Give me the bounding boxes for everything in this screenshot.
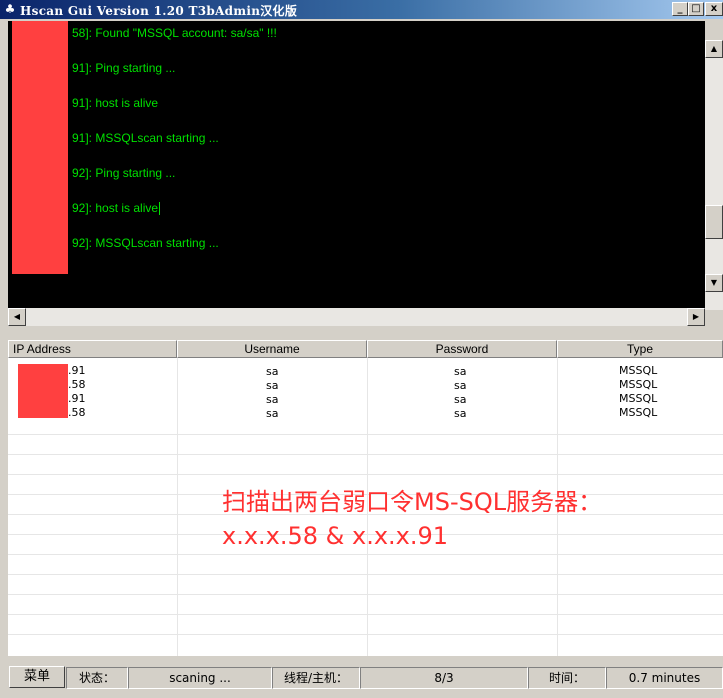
grid-line (8, 594, 723, 595)
type-cell: MSSQL (619, 406, 658, 419)
grid-line (8, 454, 723, 455)
ip-cell: .58 (68, 378, 86, 391)
grid-line (177, 358, 178, 656)
log-line: 91]: host is alive (72, 96, 159, 110)
time-label: 时间： (528, 667, 606, 689)
scroll-thumb[interactable] (705, 205, 723, 239)
ip-cell: .58 (68, 406, 86, 419)
scroll-down-button[interactable]: ▼ (705, 274, 723, 292)
status-bar: 菜单 状态： scaning ... 线程/主机： 8/3 时间： 0.7 mi… (0, 659, 723, 698)
redacted-ip-block (12, 21, 68, 274)
vertical-scrollbar[interactable]: ▲ ▼ (705, 40, 723, 310)
log-line-with-cursor: 92]: host is alive (72, 201, 161, 216)
password-cell: sa (454, 379, 467, 392)
time-value: 0.7 minutes (606, 667, 723, 689)
log-line: 92]: Ping starting ... (72, 166, 176, 180)
status-label: 状态： (66, 667, 128, 689)
annotation-line-1: 扫描出两台弱口令MS-SQL服务器： (222, 488, 603, 516)
password-cell: sa (454, 393, 467, 406)
column-header-username[interactable]: Username (177, 340, 367, 358)
status-value: scaning ... (128, 667, 272, 689)
threads-label: 线程/主机： (272, 667, 360, 689)
ip-cell: .91 (68, 392, 86, 405)
username-cell: sa (266, 393, 279, 406)
log-line: 92]: host is alive (72, 201, 159, 215)
username-cell: sa (266, 407, 279, 420)
column-header-password[interactable]: Password (367, 340, 557, 358)
maximize-button[interactable]: □ (688, 2, 704, 16)
grid-line (8, 634, 723, 635)
text-cursor (159, 202, 161, 216)
scroll-left-button[interactable]: ◀ (8, 308, 26, 326)
grid-line (8, 474, 723, 475)
password-cell: sa (454, 407, 467, 420)
column-header-ip[interactable]: IP Address (8, 340, 177, 358)
menu-button[interactable]: 菜单 (9, 666, 65, 688)
annotation-line-2: x.x.x.58 & x.x.x.91 (222, 522, 449, 550)
threads-value: 8/3 (360, 667, 528, 689)
log-line: 91]: Ping starting ... (72, 61, 176, 75)
close-button[interactable]: x (705, 2, 723, 16)
results-header: IP Address Username Password Type (8, 340, 723, 358)
grid-line (8, 434, 723, 435)
results-list[interactable]: .91 sa sa MSSQL .58 sa sa MSSQL .91 sa s… (8, 358, 723, 656)
type-cell: MSSQL (619, 378, 658, 391)
type-cell: MSSQL (619, 392, 658, 405)
grid-line (8, 574, 723, 575)
scroll-right-button[interactable]: ▶ (687, 308, 705, 326)
ip-cell: .91 (68, 364, 86, 377)
log-line: 91]: MSSQLscan starting ... (72, 131, 219, 145)
grid-line (8, 614, 723, 615)
password-cell: sa (454, 365, 467, 378)
username-cell: sa (266, 379, 279, 392)
scroll-up-button[interactable]: ▲ (705, 40, 723, 58)
log-console[interactable]: 58]: Found "MSSQL account: sa/sa" !!! 91… (8, 21, 705, 310)
window-title: Hscan Gui Version 1.20 T3bAdmin汉化版 (20, 4, 298, 18)
username-cell: sa (266, 365, 279, 378)
title-bar: ♣ Hscan Gui Version 1.20 T3bAdmin汉化版 _ □… (0, 0, 723, 19)
log-line: 92]: MSSQLscan starting ... (72, 236, 219, 250)
app-icon: ♣ (4, 2, 16, 16)
redacted-ip-block (18, 364, 68, 418)
horizontal-scrollbar[interactable]: ◀ ▶ (8, 308, 705, 326)
type-cell: MSSQL (619, 364, 658, 377)
log-line: 58]: Found "MSSQL account: sa/sa" !!! (72, 26, 277, 40)
grid-line (8, 554, 723, 555)
minimize-button[interactable]: _ (672, 2, 688, 16)
column-header-type[interactable]: Type (557, 340, 723, 358)
